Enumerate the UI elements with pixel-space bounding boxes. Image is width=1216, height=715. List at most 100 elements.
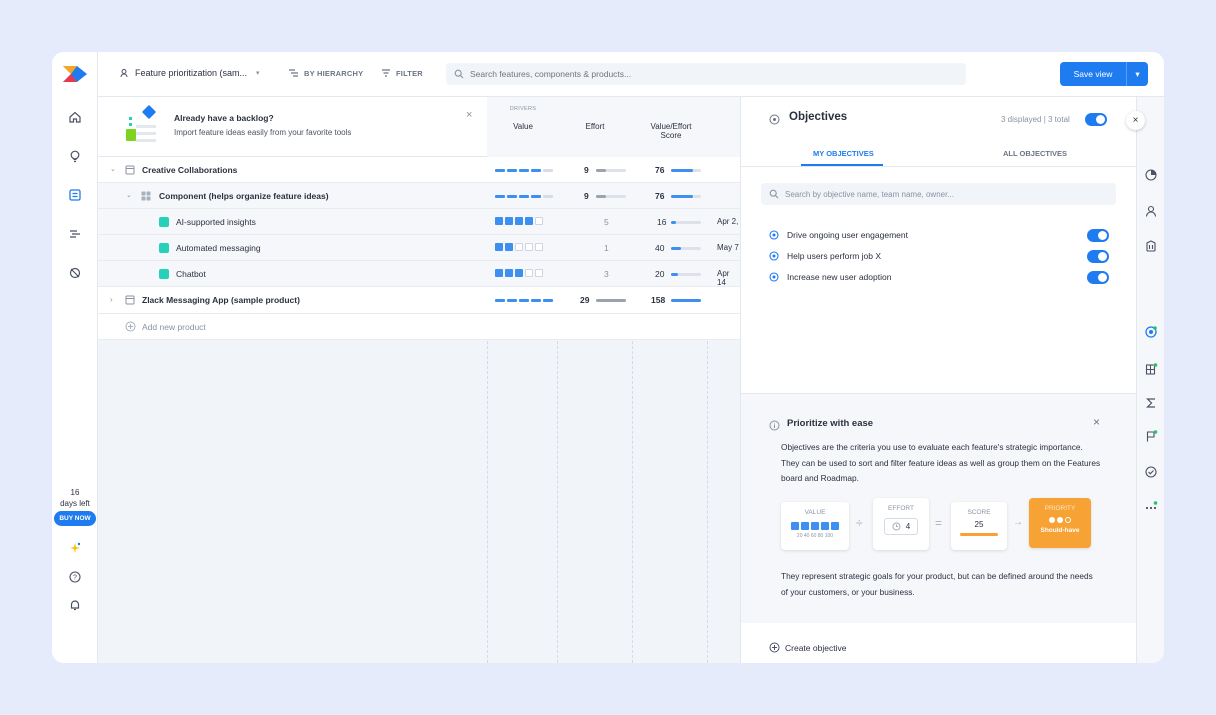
score-bar [671, 221, 701, 224]
help-title: Prioritize with ease [787, 418, 874, 429]
equals-icon: = [935, 516, 943, 530]
idea-icon[interactable] [66, 147, 84, 165]
objective-search-placeholder[interactable]: Search by objective name, team name, own… [785, 190, 954, 199]
chevron-right-icon[interactable]: › [110, 295, 113, 304]
target-icon [769, 272, 779, 282]
insights-icon[interactable] [66, 264, 84, 282]
view-selector[interactable]: Feature prioritization (sam... ▾ [120, 68, 260, 78]
help-paragraph: Objectives are the criteria you use to e… [781, 442, 1101, 483]
flag-icon[interactable] [1144, 429, 1158, 443]
value-bar [495, 299, 553, 302]
objective-toggle[interactable] [1087, 271, 1109, 284]
backlog-illustration-icon [126, 105, 156, 142]
left-rail: 16 days left BUY NOW ? [52, 52, 98, 663]
create-objective-label: Create objective [785, 642, 847, 653]
target-icon [769, 230, 779, 240]
create-objective-button[interactable]: Create objective [769, 642, 846, 653]
save-view-button[interactable]: Save view ▾ [1060, 62, 1148, 86]
objective-search[interactable]: Search by objective name, team name, own… [761, 183, 1116, 205]
add-product-label[interactable]: Add new product [142, 322, 206, 332]
effort-bar [596, 195, 626, 198]
features-icon[interactable] [66, 186, 84, 204]
value-rating[interactable] [495, 217, 543, 225]
effort-card: EFFORT 4 [873, 498, 929, 550]
objective-count: 3 displayed | 3 total [1001, 115, 1070, 124]
value-rating[interactable] [495, 269, 543, 277]
check-circle-icon[interactable] [1144, 465, 1158, 479]
table-row[interactable]: ⌄ Component (helps organize feature idea… [98, 183, 740, 209]
user-icon[interactable] [1144, 204, 1158, 218]
effort-value: 9 [584, 165, 589, 175]
plus-circle-icon [769, 642, 780, 653]
table-row[interactable]: AI-supported insights 5 16 Apr 2, [98, 209, 740, 235]
grid-icon[interactable] [1144, 362, 1158, 376]
score-bar [671, 247, 701, 250]
drivers-label: DRIVERS [509, 106, 537, 112]
tab-all-objectives[interactable]: ALL OBJECTIVES [1003, 149, 1067, 158]
effort-value[interactable]: 5 [604, 217, 609, 227]
effort-column-header[interactable]: Effort [563, 122, 627, 131]
score-bar [671, 169, 701, 172]
banner-subtitle: Import feature ideas easily from your fa… [174, 128, 352, 137]
roadmap-icon[interactable] [66, 225, 84, 243]
close-icon[interactable]: × [466, 109, 472, 121]
score-card-label: SCORE [967, 509, 991, 516]
close-icon[interactable]: × [1093, 415, 1100, 429]
objective-item[interactable]: Increase new user adoption [769, 272, 891, 282]
app-logo[interactable] [63, 64, 87, 84]
home-icon[interactable] [66, 108, 84, 126]
sigma-icon[interactable] [1144, 396, 1158, 410]
filter-button[interactable]: FILTER [381, 68, 423, 78]
help-icon[interactable]: ? [66, 568, 84, 586]
objective-item[interactable]: Help users perform job X [769, 251, 881, 261]
sparkle-icon[interactable] [66, 539, 84, 557]
tab-my-objectives[interactable]: MY OBJECTIVES [813, 149, 874, 158]
building-icon[interactable] [1144, 239, 1158, 253]
value-bar [495, 195, 553, 198]
search-bar[interactable] [446, 63, 966, 85]
objective-name: Drive ongoing user engagement [787, 230, 908, 240]
effort-bar [596, 169, 626, 172]
value-rating[interactable] [495, 243, 543, 251]
objective-name: Help users perform job X [787, 251, 882, 261]
effort-value[interactable]: 3 [604, 269, 609, 279]
active-tab-indicator [801, 164, 883, 166]
value-card-scale: 20 40 60 80 100 [796, 533, 834, 539]
table-row[interactable]: Chatbot 3 20 Apr 14 [98, 261, 740, 287]
objectives-target-icon[interactable] [1144, 325, 1158, 339]
table-row[interactable]: › Zlack Messaging App (sample product) 2… [98, 287, 740, 314]
priority-dots [1029, 517, 1091, 523]
pie-chart-icon[interactable] [1144, 168, 1158, 182]
objective-toggle[interactable] [1087, 229, 1109, 242]
value-column-header[interactable]: Value [493, 122, 553, 131]
priority-card-label: PRIORITY [1044, 505, 1076, 512]
divide-icon: ÷ [856, 516, 863, 530]
chevron-down-icon[interactable]: ⌄ [110, 165, 116, 173]
show-all-toggle[interactable] [1085, 113, 1107, 126]
save-view-label: Save view [1073, 69, 1113, 79]
product-icon [125, 295, 135, 305]
bell-icon[interactable] [66, 596, 84, 614]
score-column-header-line2: Score [660, 131, 682, 140]
plus-circle-icon[interactable] [125, 321, 136, 332]
chevron-down-icon[interactable]: ⌄ [126, 191, 132, 199]
add-product-row[interactable]: Add new product [98, 314, 740, 340]
effort-value[interactable]: 1 [604, 243, 609, 253]
buy-now-button[interactable]: BUY NOW [54, 511, 96, 526]
hierarchy-button[interactable]: BY HIERARCHY [288, 68, 363, 78]
row-name: Component (helps organize feature ideas) [159, 191, 329, 201]
close-panel-button[interactable]: × [1126, 111, 1145, 130]
more-icon[interactable] [1144, 499, 1158, 513]
score-value: 16 [657, 217, 667, 227]
value-card: VALUE 20 40 60 80 100 [781, 502, 849, 550]
feature-icon [159, 243, 169, 253]
objective-item[interactable]: Drive ongoing user engagement [769, 230, 908, 240]
close-icon: × [1132, 115, 1139, 126]
table-row[interactable]: Automated messaging 1 40 May 7 [98, 235, 740, 261]
chevron-down-icon[interactable]: ▾ [1126, 62, 1148, 86]
score-card-value: 25 [974, 520, 984, 529]
table-row[interactable]: ⌄ Creative Collaborations 9 76 [98, 157, 740, 183]
objective-toggle[interactable] [1087, 250, 1109, 263]
score-column-header[interactable]: Value/Effort [636, 122, 706, 131]
search-input[interactable] [470, 69, 950, 79]
